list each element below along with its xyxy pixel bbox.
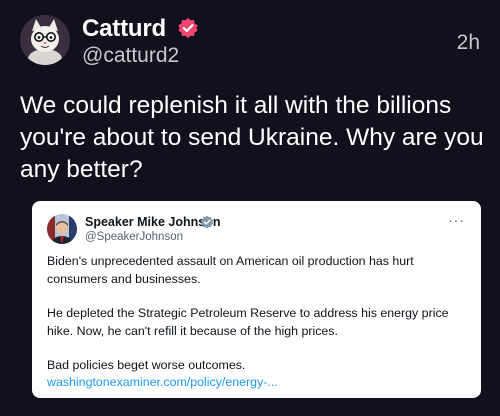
speaker-avatar-icon xyxy=(47,214,77,244)
post-text: We could replenish it all with the billi… xyxy=(20,92,484,183)
article-link[interactable]: washingtonexaminer.com/policy/energy-... xyxy=(47,375,278,389)
quoted-paragraph: Bad policies beget worse outcomes. xyxy=(47,358,246,372)
author-handle[interactable]: @catturd2 xyxy=(82,44,179,68)
verified-badge-icon xyxy=(178,18,198,38)
author-avatar[interactable] xyxy=(20,15,70,65)
more-options-icon[interactable]: ··· xyxy=(448,213,465,227)
author-name[interactable]: Catturd xyxy=(82,15,166,43)
cat-avatar-icon xyxy=(20,15,70,65)
quoted-author-handle[interactable]: @SpeakerJohnson xyxy=(85,231,183,243)
post: Catturd @catturd2 2h We could replenish … xyxy=(0,0,500,416)
quoted-author-avatar[interactable] xyxy=(47,214,77,244)
quoted-post-card[interactable]: Speaker Mike Johnson @SpeakerJohnson ···… xyxy=(32,201,481,398)
quoted-post-text: Biden's unprecedented assault on America… xyxy=(47,253,472,392)
verified-badge-icon xyxy=(200,215,214,229)
timestamp[interactable]: 2h xyxy=(457,31,480,55)
quoted-paragraph: Biden's unprecedented assault on America… xyxy=(47,254,414,286)
quoted-paragraph: He depleted the Strategic Petroleum Rese… xyxy=(47,306,449,338)
